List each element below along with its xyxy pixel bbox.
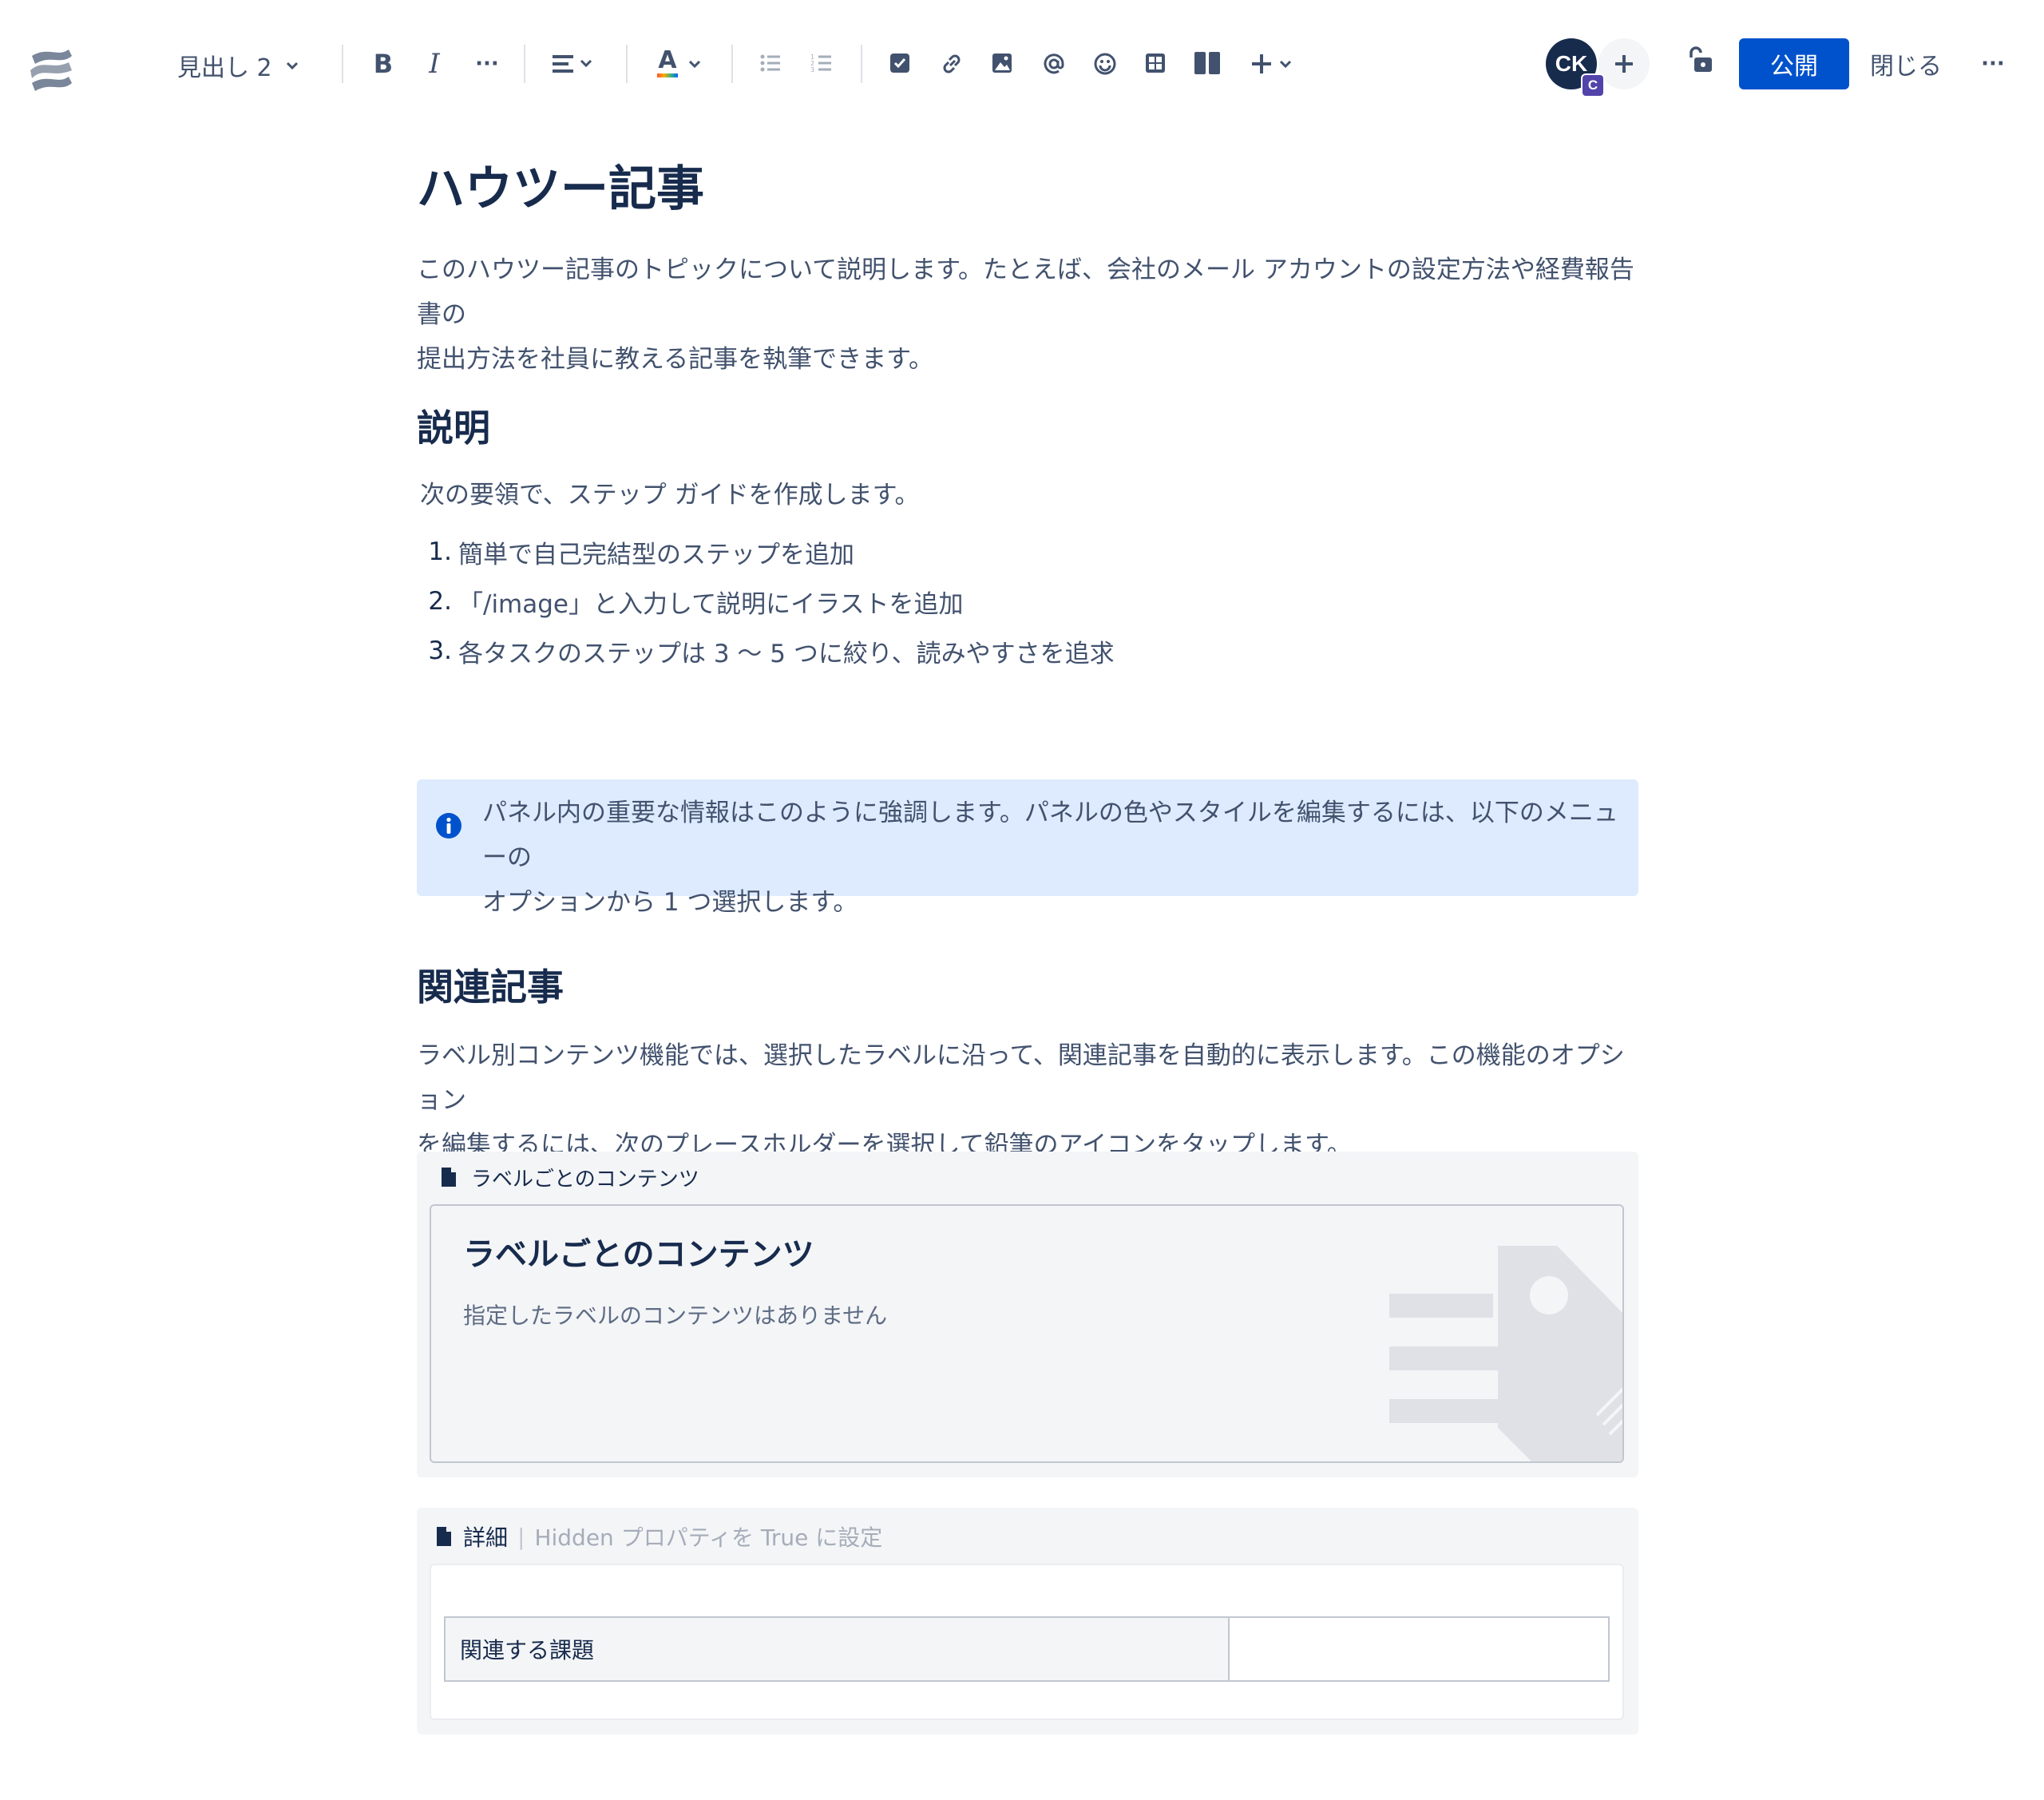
- macro-placeholder[interactable]: ラベルごとのコンテンツ 指定したラベルのコンテンツはありません: [430, 1204, 1624, 1463]
- intro-line-2: 提出方法を社員に教える記事を執筆できます。: [417, 345, 933, 374]
- alignment-dropdown[interactable]: [549, 43, 600, 85]
- related-paragraph[interactable]: ラベル別コンテンツ機能では、選択したラベルに沿って、関連記事を自動的に表示します…: [417, 1033, 1638, 1168]
- list-item-text: 簡単で自己完結型のステップを追加: [458, 540, 854, 569]
- info-panel-text: パネル内の重要な情報はこのように強調します。パネルの色やスタイルを編集するには、…: [482, 791, 1632, 925]
- list-number: 1.: [428, 537, 452, 566]
- unlock-restrictions-icon[interactable]: [1685, 45, 1717, 77]
- macro-header: 詳細 | Hidden プロパティを True に設定: [434, 1520, 882, 1552]
- confluence-logo-icon[interactable]: [29, 46, 75, 93]
- list-item[interactable]: 1. 簡単で自己完結型のステップを追加: [417, 527, 1115, 577]
- page-properties-macro[interactable]: 詳細 | Hidden プロパティを True に設定 関連する課題: [417, 1508, 1638, 1735]
- macro-header-label: 詳細: [463, 1524, 509, 1551]
- document-icon: [437, 1527, 451, 1546]
- list-item-text: 各タスクのステップは 3 ～ 5 つに絞り、読みやすさを追求: [458, 639, 1115, 668]
- list-item[interactable]: 3. 各タスクのステップは 3 ～ 5 つに絞り、読みやすさを追求: [417, 626, 1115, 676]
- label-tag-illustration-icon: [1389, 1246, 1622, 1461]
- text-style-dropdown[interactable]: 見出し 2: [177, 45, 301, 86]
- insert-dropdown[interactable]: [1244, 43, 1300, 85]
- toolbar-divider: [861, 45, 862, 83]
- chevron-down-icon: [688, 60, 701, 69]
- table-row: 関連する課題: [444, 1616, 1610, 1682]
- macro-header-hint: Hidden プロパティを True に設定: [534, 1524, 883, 1551]
- mention-icon[interactable]: [1041, 51, 1067, 77]
- link-icon[interactable]: [939, 51, 965, 77]
- content-by-label-macro[interactable]: ラベルごとのコンテンツ ラベルごとのコンテンツ 指定したラベルのコンテンツはあり…: [417, 1152, 1638, 1477]
- bold-button[interactable]: B: [367, 43, 399, 85]
- table-icon[interactable]: [1143, 51, 1167, 75]
- insert-plus-icon: [1252, 54, 1271, 73]
- close-button[interactable]: 閉じる: [1870, 38, 1942, 89]
- intro-paragraph[interactable]: このハウツー記事のトピックについて説明します。たとえば、会社のメール アカウント…: [417, 248, 1638, 382]
- chevron-down-icon: [286, 61, 298, 70]
- list-number: 2.: [428, 587, 452, 616]
- align-left-icon: [553, 55, 592, 73]
- toolbar-divider: [731, 45, 733, 83]
- publish-button[interactable]: 公開: [1739, 38, 1849, 89]
- macro-empty-message: 指定したラベルのコンテンツはありません: [463, 1302, 888, 1329]
- list-item[interactable]: 2. 「/image」と入力して説明にイラストを追加: [417, 577, 1115, 626]
- toolbar-divider: [626, 45, 628, 83]
- toolbar-divider: [524, 45, 525, 83]
- table-header-cell[interactable]: 関連する課題: [444, 1616, 1230, 1682]
- action-item-icon[interactable]: [888, 51, 912, 75]
- emoji-icon[interactable]: [1092, 51, 1118, 77]
- more-options-button[interactable]: ···: [1975, 43, 2010, 85]
- chevron-down-icon: [1279, 60, 1292, 69]
- invite-collaborator-button[interactable]: [1598, 38, 1650, 89]
- steps-list: 1. 簡単で自己完結型のステップを追加 2. 「/image」と入力して説明にイ…: [417, 527, 1115, 676]
- macro-body[interactable]: 関連する課題: [430, 1564, 1624, 1720]
- text-color-dropdown[interactable]: A: [652, 43, 707, 85]
- section-heading-description[interactable]: 説明: [417, 399, 490, 452]
- table-cell[interactable]: [1228, 1616, 1610, 1682]
- bullet-list-icon[interactable]: [759, 51, 782, 75]
- document-icon: [442, 1168, 456, 1187]
- text-style-label: 見出し 2: [177, 54, 272, 82]
- avatar-badge: C: [1581, 73, 1605, 97]
- svg-text:3: 3: [810, 66, 814, 73]
- macro-header-label: ラベルごとのコンテンツ: [471, 1167, 699, 1191]
- text-color-icon: A: [656, 48, 679, 80]
- info-panel-line-1: パネル内の重要な情報はこのように強調します。パネルの色やスタイルを編集するには、…: [482, 799, 1618, 872]
- description-lead[interactable]: 次の要領で、ステップ ガイドを作成します。: [420, 473, 920, 517]
- list-number: 3.: [428, 636, 452, 665]
- info-panel[interactable]: パネル内の重要な情報はこのように強調します。パネルの色やスタイルを編集するには、…: [417, 779, 1638, 917]
- list-item-text: 「/image」と入力して説明にイラストを追加: [458, 589, 964, 619]
- info-panel-line-2: オプションから 1 つ選択します。: [482, 888, 858, 917]
- related-line-1: ラベル別コンテンツ機能では、選択したラベルに沿って、関連記事を自動的に表示します…: [417, 1041, 1625, 1115]
- image-icon[interactable]: [990, 51, 1014, 75]
- editor-toolbar: 見出し 2 B I ··· A 1 2 3 CK C 公開 閉じる ···: [0, 0, 2044, 128]
- numbered-list-icon[interactable]: 1 2 3: [810, 51, 834, 75]
- properties-table: 関連する課題: [444, 1616, 1610, 1682]
- more-formatting-button[interactable]: ···: [469, 43, 505, 85]
- intro-line-1: このハウツー記事のトピックについて説明します。たとえば、会社のメール アカウント…: [417, 256, 1634, 329]
- page-title[interactable]: ハウツー記事: [417, 150, 704, 220]
- macro-header: ラベルごとのコンテンツ: [439, 1161, 699, 1193]
- add-person-plus-icon: [1615, 55, 1633, 73]
- macro-placeholder-title: ラベルごとのコンテンツ: [463, 1236, 814, 1273]
- toolbar-divider: [342, 45, 343, 83]
- italic-button[interactable]: I: [418, 43, 450, 85]
- section-heading-related[interactable]: 関連記事: [417, 958, 564, 1011]
- layout-icon[interactable]: [1193, 50, 1222, 77]
- macro-header-separator: |: [517, 1523, 525, 1550]
- info-icon: [436, 813, 461, 839]
